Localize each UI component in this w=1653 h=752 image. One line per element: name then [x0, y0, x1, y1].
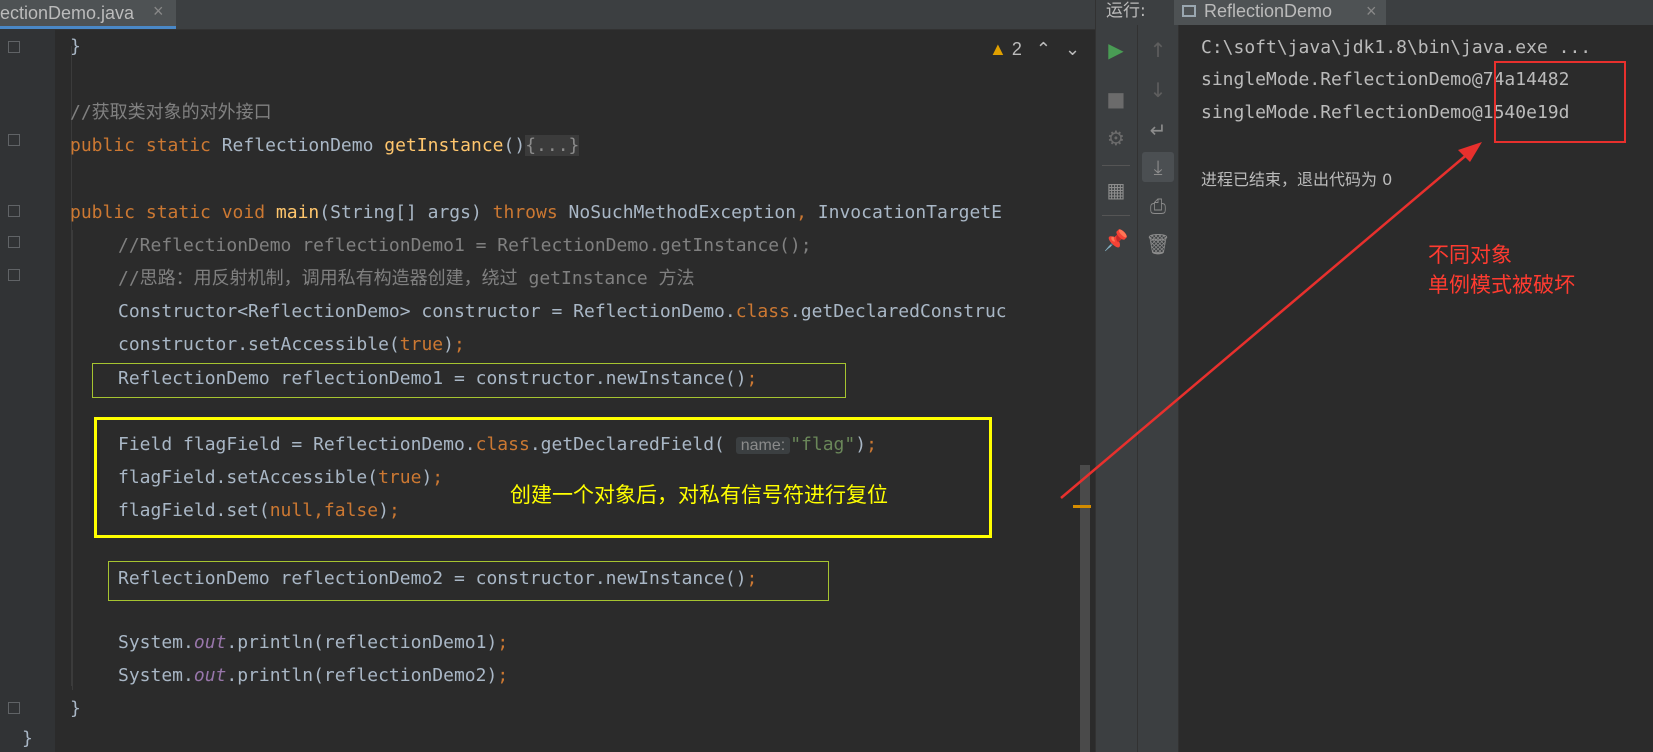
previous-highlight-icon[interactable]: ⌃	[1036, 39, 1051, 60]
rerun-icon[interactable]: ▶	[1096, 35, 1136, 65]
close-icon[interactable]: ×	[153, 1, 164, 22]
code-comment: //ReflectionDemo reflectionDemo1 = Refle…	[118, 235, 812, 256]
fold-marker-icon[interactable]	[8, 236, 20, 248]
code-line: }	[22, 728, 33, 749]
editor-tab-reflectiondemo[interactable]: ectionDemo.java ×	[0, 0, 176, 29]
code-comment: //获取类对象的对外接口	[70, 102, 272, 123]
run-label: 运行:	[1106, 1, 1146, 21]
layout-icon[interactable]: ▦	[1096, 175, 1136, 205]
stop-icon[interactable]: ■	[1096, 84, 1136, 114]
annotation-hash-box	[1494, 61, 1626, 143]
code-line: flagField.setAccessible(true);	[118, 467, 444, 488]
editor-scrollbar[interactable]	[1080, 465, 1090, 752]
fold-marker-icon[interactable]	[8, 41, 20, 53]
console-icon	[1182, 5, 1196, 17]
code-line: }	[70, 36, 81, 57]
editor-tab-bar: ectionDemo.java ×	[0, 0, 1095, 30]
code-line: System.out.println(reflectionDemo1);	[118, 632, 509, 653]
annotation-reset-note: 创建一个对象后，对私有信号符进行复位	[510, 483, 888, 507]
run-tab-reflectiondemo[interactable]: ReflectionDemo ×	[1174, 0, 1386, 25]
close-icon[interactable]: ×	[1366, 0, 1377, 22]
toolbar-separator	[1102, 165, 1130, 166]
pin-icon[interactable]: 📌	[1096, 225, 1136, 255]
trash-icon[interactable]: 🗑	[1138, 229, 1178, 259]
code-line: constructor.setAccessible(true);	[118, 334, 465, 355]
warning-count: 2	[1011, 38, 1022, 59]
annotation-singleton-broken: 不同对象 单例模式被破坏	[1428, 243, 1575, 297]
inspection-widget[interactable]: ▲ 2 ⌃ ⌄	[989, 36, 1080, 62]
warning-icon: ▲	[989, 38, 1007, 59]
code-line: Field flagField = ReflectionDemo.class.g…	[118, 434, 877, 455]
code-comment: //思路：用反射机制，调用私有构造器创建，绕过 getInstance 方法	[118, 268, 695, 289]
arrow-up-icon[interactable]: ↑	[1138, 35, 1178, 65]
indent-guide	[72, 230, 73, 690]
arrow-down-icon[interactable]: ↓	[1138, 75, 1178, 105]
code-line: Constructor<ReflectionDemo> constructor …	[118, 301, 1007, 322]
print-icon[interactable]: ⎙	[1138, 191, 1178, 221]
scrollbar-marker	[1073, 505, 1091, 508]
editor-tab-label: ectionDemo.java	[0, 3, 135, 23]
fold-marker-icon[interactable]	[8, 702, 20, 714]
run-header: 运行: ReflectionDemo ×	[1096, 0, 1653, 25]
code-line: ReflectionDemo reflectionDemo2 = constru…	[118, 568, 758, 589]
code-line: flagField.set(null,false);	[118, 500, 400, 521]
console-line-command: C:\soft\java\jdk1.8\bin\java.exe ...	[1201, 37, 1592, 58]
parameter-hint: name:	[735, 437, 791, 454]
editor-gutter	[0, 29, 55, 752]
run-toolbar-primary: ▶ ■ ⚙ ▦ 📌	[1096, 25, 1138, 752]
toolbar-separator	[1102, 215, 1130, 216]
debug-settings-icon[interactable]: ⚙	[1096, 123, 1136, 153]
fold-marker-icon[interactable]	[8, 205, 20, 217]
code-editor[interactable]: ectionDemo.java × ▲ 2 ⌃ ⌄ } //获取类对象的对外接口…	[0, 0, 1095, 752]
code-line: public static void main(String[] args) t…	[70, 202, 1003, 223]
code-line: ReflectionDemo reflectionDemo1 = constru…	[118, 368, 758, 389]
fold-marker-icon[interactable]	[8, 134, 20, 146]
run-toolbar-secondary: ↑ ↓ ↵ ⤓ ⎙ 🗑	[1138, 25, 1179, 752]
soft-wrap-icon[interactable]: ↵	[1138, 115, 1178, 145]
scroll-to-end-icon[interactable]: ⤓	[1142, 152, 1174, 182]
console-line-exit: 进程已结束，退出代码为 0	[1201, 170, 1393, 189]
code-line: public static ReflectionDemo getInstance…	[70, 135, 580, 156]
code-line: }	[70, 698, 81, 719]
fold-marker-icon[interactable]	[8, 269, 20, 281]
code-line: System.out.println(reflectionDemo2);	[118, 665, 509, 686]
next-highlight-icon[interactable]: ⌄	[1065, 39, 1080, 60]
run-tab-label: ReflectionDemo	[1204, 1, 1333, 21]
